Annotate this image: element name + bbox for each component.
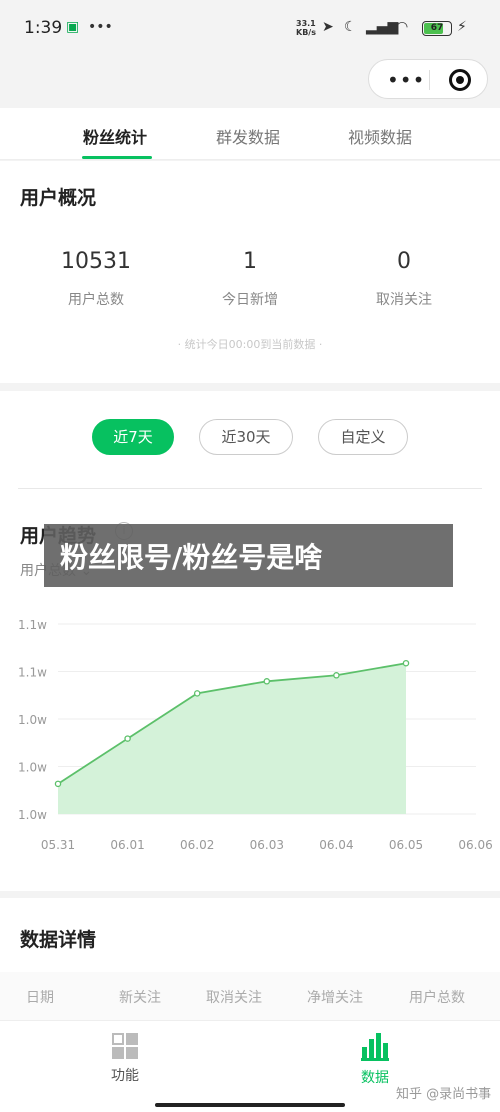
user-overview-card: 用户概况 10531 用户总数 1 今日新增 0 取消关注 · 统计今日00:0… xyxy=(0,161,500,383)
grid-icon xyxy=(112,1033,138,1059)
x-tick-label: 05.31 xyxy=(41,838,75,852)
battery-icon: 67 xyxy=(422,21,452,36)
tab-fans-stats[interactable]: 粉丝统计 xyxy=(83,124,147,148)
x-tick-label: 06.05 xyxy=(389,838,423,852)
status-bar: 1:39 ▣ ••• 33.1 KB/s ➤ ☾ ▂▄▆ ◠ 67 ⚡ xyxy=(0,0,500,58)
x-tick-label: 06.04 xyxy=(319,838,353,852)
x-tick-label: 06.06 xyxy=(458,838,492,852)
moon-icon: ☾ xyxy=(344,19,357,35)
data-point xyxy=(193,690,201,697)
column-net-growth: 净增关注 xyxy=(307,990,363,1006)
bar-chart-icon xyxy=(361,1033,389,1061)
nav-functions[interactable]: 功能 xyxy=(85,1033,165,1085)
data-point xyxy=(124,735,131,742)
total-users-value: 10531 xyxy=(61,249,131,274)
data-point xyxy=(333,672,340,679)
bottom-nav: 功能 数据 知乎 @录尚书事 xyxy=(0,1020,500,1112)
network-speed: 33.1 KB/s xyxy=(296,19,316,37)
y-tick-label: 1.0w xyxy=(18,713,47,727)
nav-data[interactable]: 数据 xyxy=(335,1033,415,1087)
y-tick-label: 1.0w xyxy=(18,808,47,822)
x-tick-label: 06.03 xyxy=(250,838,284,852)
home-indicator xyxy=(155,1103,345,1107)
data-details-card: 数据详情 日期 新关注 取消关注 净增关注 用户总数 xyxy=(0,898,500,1020)
miniprogram-capsule: ••• xyxy=(368,59,488,99)
x-tick-label: 06.02 xyxy=(180,838,214,852)
new-today-label: 今日新增 xyxy=(222,292,278,308)
more-menu-icon[interactable]: ••• xyxy=(387,68,425,92)
battery-level: 67 xyxy=(430,23,444,33)
unfollow-label: 取消关注 xyxy=(376,292,432,308)
status-time: 1:39 xyxy=(24,18,63,38)
column-total-users: 用户总数 xyxy=(409,990,465,1006)
x-tick-label: 06.01 xyxy=(110,838,144,852)
details-title: 数据详情 xyxy=(20,929,97,951)
charging-icon: ⚡ xyxy=(457,19,467,35)
overlay-banner: 粉丝限号/粉丝号是啥 xyxy=(44,524,453,587)
range-custom-button[interactable]: 自定义 xyxy=(318,419,408,455)
details-table-header: 日期 新关注 取消关注 净增关注 用户总数 xyxy=(0,972,500,1020)
more-notifications-icon: ••• xyxy=(88,19,113,35)
stats-note: · 统计今日00:00到当前数据 · xyxy=(177,338,323,351)
tab-broadcast-data[interactable]: 群发数据 xyxy=(216,124,280,148)
data-point xyxy=(402,659,410,667)
column-new-follows: 新关注 xyxy=(119,990,161,1006)
divider xyxy=(18,488,482,489)
y-tick-label: 1.1w xyxy=(18,666,47,680)
column-date: 日期 xyxy=(26,990,54,1006)
unfollow-value: 0 xyxy=(397,249,411,274)
nav-functions-label: 功能 xyxy=(111,1068,139,1084)
y-tick-label: 1.1w xyxy=(18,618,47,632)
wifi-icon: ◠ xyxy=(396,19,409,35)
data-point xyxy=(54,780,62,788)
watermark: 知乎 @录尚书事 xyxy=(396,1087,492,1102)
top-tabs: 粉丝统计 群发数据 视频数据 xyxy=(0,108,500,160)
range-30-days-button[interactable]: 近30天 xyxy=(199,419,293,455)
close-target-icon[interactable] xyxy=(449,69,471,91)
total-users-label: 用户总数 xyxy=(68,292,124,308)
new-today-value: 1 xyxy=(243,249,257,274)
location-icon: ➤ xyxy=(322,19,334,35)
series-area xyxy=(58,663,406,814)
overview-title: 用户概况 xyxy=(20,187,97,209)
signal-icon: ▂▄▆ xyxy=(366,19,399,35)
y-tick-label: 1.0w xyxy=(18,761,47,775)
tab-video-data[interactable]: 视频数据 xyxy=(348,124,412,148)
data-point xyxy=(263,678,271,685)
range-7-days-button[interactable]: 近7天 xyxy=(92,419,174,455)
user-trend-chart: 1.1w 1.1w 1.0w 1.0w 1.0w 05.31 06.01 06.02 06.03… xyxy=(18,618,493,852)
app-notification-icon: ▣ xyxy=(66,19,80,35)
overlay-banner-text: 粉丝限号/粉丝号是啥 xyxy=(60,541,323,574)
column-unfollows: 取消关注 xyxy=(206,990,262,1006)
active-tab-indicator xyxy=(82,156,152,159)
